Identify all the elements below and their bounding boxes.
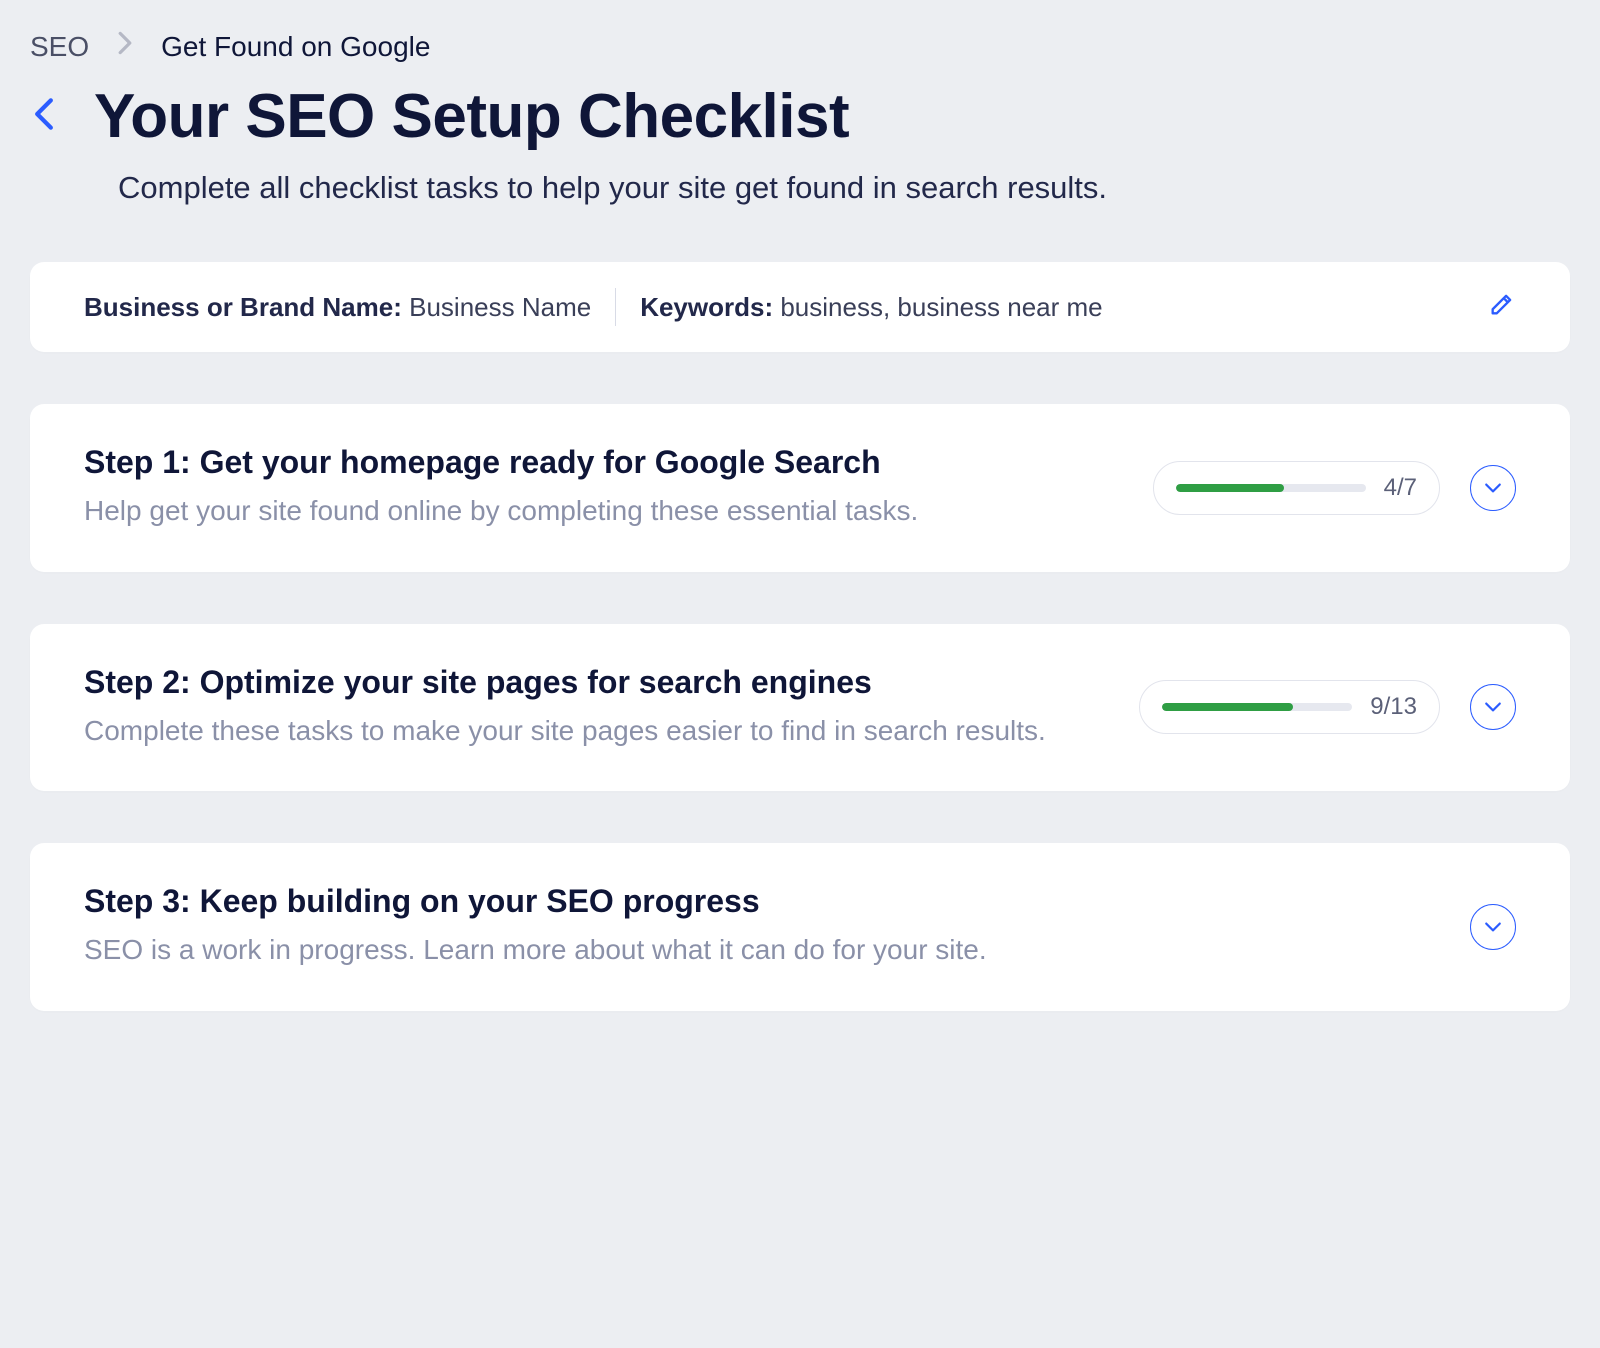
page-title: Your SEO Setup Checklist	[94, 81, 849, 152]
page-subtitle: Complete all checklist tasks to help you…	[118, 170, 1570, 206]
progress-fill	[1176, 484, 1284, 492]
step-2-progress: 9/13	[1139, 680, 1440, 734]
step-card-3: Step 3: Keep building on your SEO progre…	[30, 843, 1570, 1011]
step-1-expand-button[interactable]	[1470, 465, 1516, 511]
chevron-down-icon	[1484, 482, 1502, 494]
keywords-value: business, business near me	[780, 292, 1102, 322]
breadcrumb-root[interactable]: SEO	[30, 31, 89, 63]
step-3-expand-button[interactable]	[1470, 904, 1516, 950]
step-2-title: Step 2: Optimize your site pages for sea…	[84, 664, 1099, 701]
step-2-expand-button[interactable]	[1470, 684, 1516, 730]
progress-label: 9/13	[1370, 693, 1417, 721]
chevron-down-icon	[1484, 701, 1502, 713]
step-2-description: Complete these tasks to make your site p…	[84, 711, 1099, 752]
breadcrumb: SEO Get Found on Google	[30, 30, 1570, 63]
title-row: Your SEO Setup Checklist	[30, 81, 1570, 152]
keywords-field: Keywords: business, business near me	[640, 292, 1102, 323]
breadcrumb-current: Get Found on Google	[161, 31, 430, 63]
step-1-description: Help get your site found online by compl…	[84, 491, 1113, 532]
step-card-1: Step 1: Get your homepage ready for Goog…	[30, 404, 1570, 572]
progress-label: 4/7	[1384, 474, 1417, 502]
progress-fill	[1162, 703, 1293, 711]
chevron-down-icon	[1484, 921, 1502, 933]
step-3-description: SEO is a work in progress. Learn more ab…	[84, 930, 1430, 971]
brand-value: Business Name	[409, 292, 591, 322]
step-1-progress: 4/7	[1153, 461, 1440, 515]
step-3-title: Step 3: Keep building on your SEO progre…	[84, 883, 1430, 920]
keywords-label: Keywords	[640, 292, 764, 322]
step-1-title: Step 1: Get your homepage ready for Goog…	[84, 444, 1113, 481]
chevron-right-icon	[117, 30, 133, 63]
brand-field: Business or Brand Name: Business Name	[84, 292, 591, 323]
divider	[615, 288, 616, 326]
pencil-icon	[1488, 290, 1516, 318]
progress-track	[1162, 703, 1352, 711]
brand-label: Business or Brand Name	[84, 292, 393, 322]
progress-track	[1176, 484, 1366, 492]
info-card: Business or Brand Name: Business Name Ke…	[30, 262, 1570, 352]
back-arrow-icon[interactable]	[30, 97, 58, 136]
edit-button[interactable]	[1488, 290, 1516, 325]
step-card-2: Step 2: Optimize your site pages for sea…	[30, 624, 1570, 792]
